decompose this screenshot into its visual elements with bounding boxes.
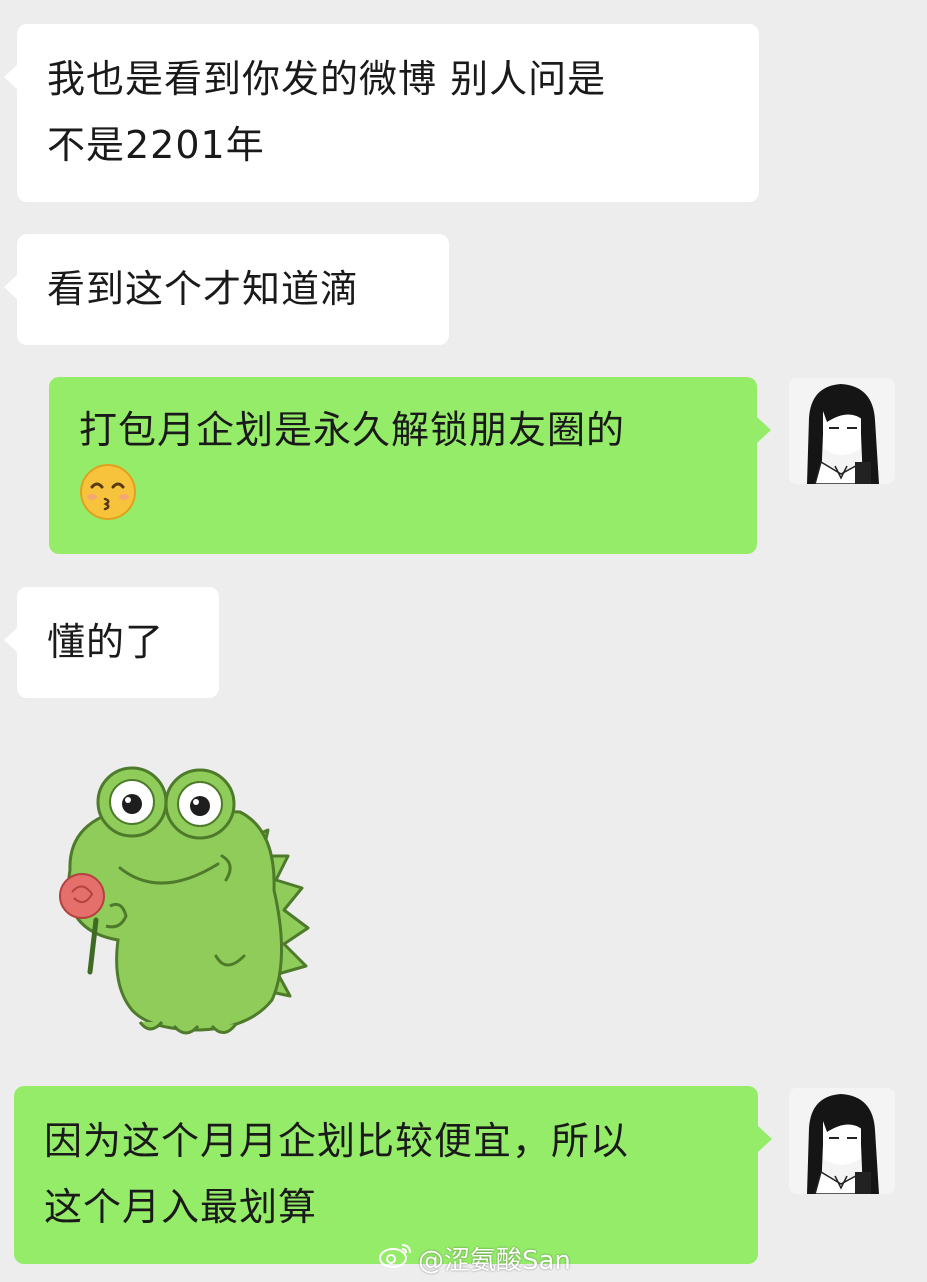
user-avatar[interactable] — [789, 1088, 895, 1194]
weibo-icon — [378, 1241, 412, 1276]
message-text-line: 打包月企划是永久解锁朋友圈的 — [79, 408, 626, 452]
message-text-line: 因为这个月月企划比较便宜，所以 — [44, 1119, 630, 1163]
smiling-kiss-emoji-icon — [79, 463, 137, 541]
message-text-line: 我也是看到你发的微博 别人问是 — [47, 57, 607, 101]
message-text-line: 懂的了 — [47, 620, 165, 664]
message-text-line: 这个月入最划算 — [44, 1185, 318, 1229]
message-text-line: 看到这个才知道滴 — [47, 267, 360, 311]
watermark: @涩氨酸San — [378, 1240, 571, 1277]
frog-holding-rose-sticker[interactable] — [40, 760, 320, 1050]
message-bubble-outgoing[interactable]: 因为这个月月企划比较便宜，所以 这个月入最划算 — [14, 1086, 772, 1264]
message-bubble-incoming[interactable]: 我也是看到你发的微博 别人问是 不是2201年 — [4, 24, 759, 202]
message-bubble-incoming[interactable]: 看到这个才知道滴 — [4, 234, 449, 345]
watermark-text: @涩氨酸San — [418, 1246, 571, 1276]
message-bubble-incoming[interactable]: 懂的了 — [4, 587, 219, 698]
user-avatar[interactable] — [789, 378, 895, 484]
message-bubble-outgoing[interactable]: 打包月企划是永久解锁朋友圈的 — [49, 377, 771, 554]
message-text-line: 不是2201年 — [47, 123, 265, 167]
